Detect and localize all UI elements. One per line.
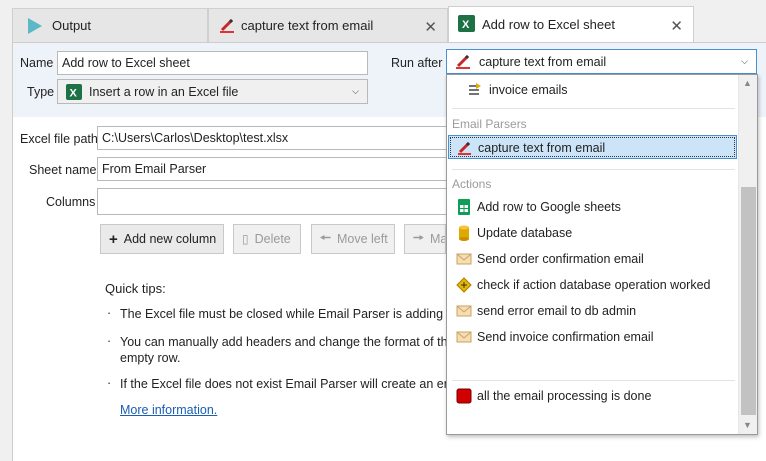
dropdown-item-label: Add row to Google sheets (477, 200, 621, 214)
delete-button[interactable]: ▯ Delete (233, 224, 301, 254)
decision-icon (456, 277, 472, 293)
group-header-actions: Actions (452, 177, 492, 191)
tab-output-label: Output (52, 18, 92, 33)
arrow-left-icon: 🠔 (320, 230, 331, 245)
play-icon (28, 18, 42, 34)
chevron-down-icon: ⌵ (352, 86, 359, 96)
separator (452, 169, 735, 170)
dropdown-item-update-database[interactable]: Update database (448, 221, 737, 245)
quick-tips-title: Quick tips: (105, 281, 166, 296)
sheet-name-label: Sheet name (29, 163, 97, 177)
separator (452, 380, 735, 381)
move-right-label: Ma (429, 232, 446, 246)
columns-list[interactable] (97, 188, 447, 215)
tip-3: If the Excel file does not exist Email P… (120, 377, 446, 391)
type-label: Type (27, 85, 55, 99)
dropdown-item-label: all the email processing is done (477, 389, 652, 403)
dropdown-item-label: Update database (477, 226, 573, 240)
close-icon[interactable]: ✕ (670, 17, 683, 35)
pencil-icon (456, 54, 470, 69)
run-after-select[interactable]: capture text from email ⌵ (446, 49, 757, 74)
columns-label: Columns (46, 195, 96, 209)
dropdown-scrollbar[interactable]: ▲ ▼ (738, 75, 757, 434)
dropdown-item-send-invoice-email[interactable]: Send invoice confirmation email (448, 325, 737, 349)
chevron-down-icon: ⌵ (741, 56, 748, 66)
dropdown-item-label: invoice emails (489, 83, 568, 97)
name-input[interactable]: Add row to Excel sheet (57, 51, 368, 75)
bullet: · (107, 376, 112, 390)
name-label: Name (20, 56, 54, 70)
more-information-link[interactable]: More information. (120, 403, 217, 417)
excel-icon: X (66, 83, 82, 100)
close-icon[interactable]: ✕ (424, 18, 437, 36)
tab-capture-text-label: capture text from email (241, 18, 374, 33)
dropdown-item-label: check if action database operation worke… (477, 278, 711, 292)
dropdown-item-invoice-emails[interactable]: invoice emails (448, 78, 737, 102)
tab-add-row-excel[interactable]: X Add row to Excel sheet ✕ (448, 6, 694, 42)
dropdown-item-label: Send invoice confirmation email (477, 330, 654, 344)
pencil-icon (220, 18, 234, 33)
envelope-icon (456, 253, 472, 265)
add-column-button[interactable]: + Add new column (100, 224, 224, 254)
run-after-label: Run after (391, 56, 443, 70)
stop-icon (456, 388, 472, 404)
scrollbar-thumb[interactable] (741, 187, 756, 415)
excel-path-label: Excel file path (20, 132, 98, 146)
tab-bar: Output capture text from email ✕ X Add r… (0, 0, 766, 42)
tip-2: You can manually add headers and change … (120, 335, 446, 349)
google-sheets-icon (458, 199, 470, 215)
tip-1: The Excel file must be closed while Emai… (120, 307, 446, 321)
database-icon (459, 225, 469, 241)
envelope-icon (456, 331, 472, 343)
filter-icon (469, 83, 481, 95)
move-left-label: Move left (336, 232, 388, 246)
tab-output[interactable]: Output (12, 8, 208, 42)
separator (452, 108, 735, 109)
envelope-icon (456, 305, 472, 317)
scroll-down-icon[interactable]: ▼ (743, 420, 752, 430)
move-left-button[interactable]: 🠔 Move left (311, 224, 395, 254)
excel-icon: X (458, 15, 475, 32)
sheet-name-input[interactable]: From Email Parser (97, 157, 447, 181)
dropdown-item-send-order-email[interactable]: Send order confirmation email (448, 247, 737, 271)
bullet: · (107, 334, 112, 348)
dropdown-item-processing-done[interactable]: all the email processing is done (448, 384, 737, 408)
type-select[interactable]: X Insert a row in an Excel file ⌵ (57, 79, 368, 104)
tip-2-cont: empty row. (120, 351, 181, 365)
move-right-button[interactable]: 🠖 Ma (404, 224, 446, 254)
dropdown-item-label: Send order confirmation email (477, 252, 644, 266)
dropdown-item-capture-text[interactable]: capture text from email (448, 135, 737, 159)
scroll-up-icon[interactable]: ▲ (743, 78, 752, 88)
run-after-dropdown[interactable]: invoice emails Email Parsers capture tex… (446, 74, 758, 435)
dropdown-item-google-sheets[interactable]: Add row to Google sheets (448, 195, 737, 219)
add-column-label: Add new column (123, 232, 217, 246)
run-after-value: capture text from email (479, 54, 607, 69)
plus-icon: + (109, 230, 118, 248)
tab-capture-text[interactable]: capture text from email ✕ (208, 8, 448, 42)
bullet: · (107, 306, 112, 320)
dropdown-item-send-error-email[interactable]: send error email to db admin (448, 299, 737, 323)
type-select-value: Insert a row in an Excel file (89, 84, 239, 99)
trash-icon: ▯ (242, 232, 249, 246)
tab-add-row-excel-label: Add row to Excel sheet (482, 17, 615, 32)
svg-text:X: X (462, 19, 470, 31)
arrow-right-icon: 🠖 (413, 230, 424, 245)
delete-label: Delete (254, 232, 291, 246)
dropdown-item-label: send error email to db admin (477, 304, 637, 318)
svg-text:X: X (70, 87, 78, 99)
excel-path-input[interactable]: C:\Users\Carlos\Desktop\test.xlsx (97, 126, 447, 150)
dropdown-item-check-db-operation[interactable]: check if action database operation worke… (448, 273, 737, 297)
pencil-icon (458, 141, 471, 155)
dropdown-item-label: capture text from email (478, 141, 606, 155)
group-header-email-parsers: Email Parsers (452, 117, 527, 131)
